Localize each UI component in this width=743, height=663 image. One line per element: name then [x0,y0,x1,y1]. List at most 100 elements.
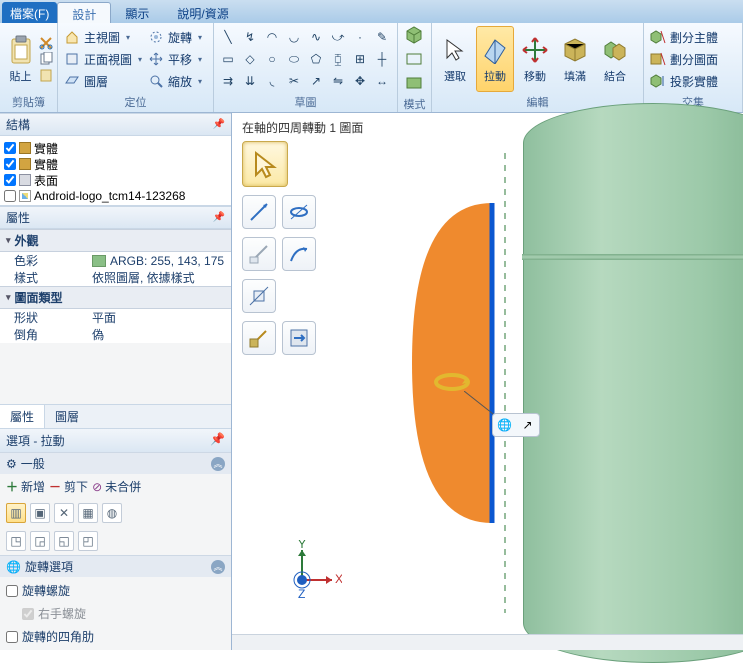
tree-row[interactable]: 實體 [4,156,227,172]
mirror-tool-icon[interactable]: ⇋ [328,71,348,91]
options-rotate-header[interactable]: 🌐 旋轉選項 ︽ [0,555,231,577]
tab-design[interactable]: 設計 [57,2,111,23]
cut-icon[interactable] [39,36,53,50]
mini-direction-icon[interactable]: ↗ [516,414,539,436]
move-sketch-tool-icon[interactable]: ✥ [350,71,370,91]
mini-sweep-icon[interactable]: 🌐 [493,414,516,436]
properties-panel-title[interactable]: 屬性 📌 [0,206,231,229]
slot-tool-icon[interactable]: ⧮ [328,49,348,69]
mini-toolbar[interactable]: 🌐 ↗ [492,413,540,437]
offset-tool-icon[interactable]: ⇉ [218,71,238,91]
revolve-axis-icon[interactable] [242,195,276,229]
tab-props[interactable]: 屬性 [0,405,45,428]
pull-opt9-icon[interactable]: ◰ [78,531,98,551]
rotate-button[interactable]: 旋轉 [146,27,204,47]
plane-view-button[interactable]: 圖層 [62,71,144,91]
pull-opt3-icon[interactable]: ✕ [54,503,74,523]
tree-checkbox[interactable] [4,158,16,170]
split-face-button[interactable]: 劃分圖面 [648,49,720,69]
pin-icon[interactable]: 📌 [210,432,225,449]
corners-checkbox[interactable]: 旋轉的四角肋 [6,627,94,646]
revolve-profile-icon[interactable] [282,195,316,229]
prop-row-chamfer[interactable]: 倒角偽 [0,326,231,343]
nomerge-option[interactable]: ⊘未合併 [92,478,141,495]
cut-option[interactable]: －剪下 [49,478,88,495]
direction-icon[interactable] [242,237,276,271]
select-button[interactable]: 選取 [436,26,474,92]
add-option[interactable]: ＋新增 [6,478,45,495]
collapse-icon[interactable]: ︽ [211,457,225,471]
tree-checkbox[interactable] [4,190,16,202]
viewport[interactable]: 在軸的四周轉動 1 圖面 [232,113,743,650]
options-panel-title[interactable]: 選項 - 拉動 📌 [0,429,231,452]
paste-small-icon[interactable] [39,68,53,82]
tab-layers[interactable]: 圖層 [45,405,89,428]
trim-tool-icon[interactable]: ✂ [284,71,304,91]
collapse-icon[interactable]: ︽ [211,560,225,574]
project-tool-icon[interactable]: ⇊ [240,71,260,91]
split-body-button[interactable]: 劃分主體 [648,27,720,47]
pin-icon[interactable]: 📌 [213,212,225,223]
prop-row-style[interactable]: 樣式依照圖層, 依據樣式 [0,269,231,286]
project-body-button[interactable]: 投影實體 [648,71,720,91]
point-tool-icon[interactable]: · [350,27,370,47]
tab-file[interactable]: 檔案(F) [2,2,57,23]
prop-section-appearance[interactable]: 外觀 [0,229,231,252]
tangent-arc-tool-icon[interactable]: ⤻ [328,27,348,47]
structure-panel-title[interactable]: 結構 📌 [0,113,231,136]
line-tool-icon[interactable]: ╲ [218,27,238,47]
tab-help[interactable]: 說明/資源 [163,2,242,23]
arc-tool-icon[interactable]: ◡ [284,27,304,47]
pull-button[interactable]: 拉動 [476,26,514,92]
pull-opt4-icon[interactable]: ▦ [78,503,98,523]
rect3pt-tool-icon[interactable]: ◇ [240,49,260,69]
copy-icon[interactable] [39,52,53,66]
move-button[interactable]: 移動 [516,26,554,92]
draft-icon[interactable] [242,279,276,313]
horizontal-scrollbar[interactable] [232,634,743,650]
pull-opt1-icon[interactable]: ▥ [6,503,26,523]
pan-button[interactable]: 平移 [146,49,204,69]
circle-tool-icon[interactable]: ○ [262,49,282,69]
prop-row-shape[interactable]: 形狀平面 [0,309,231,326]
combine-button[interactable]: 結合 [596,26,634,92]
tree-row[interactable]: 表面 [4,172,227,188]
rect-tool-icon[interactable]: ▭ [218,49,238,69]
options-general-header[interactable]: ⚙ 一般 ︽ [0,452,231,474]
fillet-tool-icon[interactable]: ◟ [262,71,282,91]
pull-opt5-icon[interactable]: ◍ [102,503,122,523]
mode-sketch-icon[interactable] [404,49,426,71]
polygon-tool-icon[interactable]: ⬠ [306,49,326,69]
helix-checkbox[interactable]: 旋轉螺旋 [6,581,70,600]
sweep-path-icon[interactable] [282,237,316,271]
prop-section-facetype[interactable]: 圖面類型 [0,286,231,309]
text-tool-icon[interactable]: ✎ [372,27,392,47]
pull-opt2-icon[interactable]: ▣ [30,503,50,523]
pull-opt7-icon[interactable]: ◲ [30,531,50,551]
front-view-button[interactable]: 正面視圖 [62,49,144,69]
paste-button[interactable]: 貼上 [4,26,37,92]
cursor-tool-icon[interactable] [242,141,288,187]
tree-checkbox[interactable] [4,142,16,154]
tab-view[interactable]: 顯示 [111,2,163,23]
home-view-button[interactable]: 主視圖 [62,27,144,47]
spline-tool-icon[interactable]: ∿ [306,27,326,47]
construction-tool-icon[interactable]: ⊞ [350,49,370,69]
arc3pt-tool-icon[interactable]: ◠ [262,27,282,47]
ellipse-tool-icon[interactable]: ⬭ [284,49,304,69]
tree-row[interactable]: Android-logo_tcm14-123268 [4,188,227,204]
structure-tree[interactable]: 實體 實體 表面 Android-logo_tcm14-123268 [0,136,231,206]
zoom-button[interactable]: 縮放 [146,71,204,91]
pin-icon[interactable]: 📌 [213,119,225,130]
mode-3d-icon[interactable] [404,25,426,47]
extend-tool-icon[interactable]: ↗ [306,71,326,91]
tree-row[interactable]: 實體 [4,140,227,156]
pull-opt6-icon[interactable]: ◳ [6,531,26,551]
fill-button[interactable]: 填滿 [556,26,594,92]
tree-checkbox[interactable] [4,174,16,186]
prop-row-color[interactable]: 色彩ARGB: 255, 143, 175 [0,252,231,269]
dimension-tool-icon[interactable]: ↔ [372,71,392,91]
pull-opt8-icon[interactable]: ◱ [54,531,74,551]
upto-icon[interactable] [242,321,276,355]
full-pull-icon[interactable] [282,321,316,355]
